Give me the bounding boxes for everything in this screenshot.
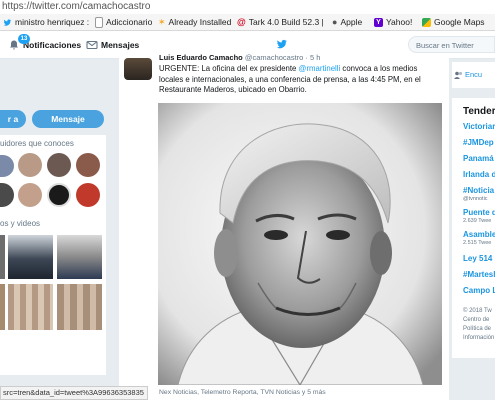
- footer-link[interactable]: Centro de: [463, 316, 494, 325]
- mention-link[interactable]: @rmartinelli: [299, 64, 341, 73]
- follow-button[interactable]: r a: [0, 110, 26, 128]
- star-icon: ✶: [158, 17, 166, 27]
- notifications-count-badge: 13: [18, 34, 30, 44]
- bookmark-item[interactable]: Y Yahoo!: [374, 14, 412, 30]
- followers-you-know-heading: uidores que conoces: [0, 139, 74, 148]
- trends-title: Tender: [463, 106, 495, 117]
- search-people-card: Encu: [452, 62, 495, 88]
- photos-videos-heading: os y videos: [0, 219, 41, 228]
- search-input[interactable]: Buscar en Twitter: [408, 36, 495, 53]
- footer-link[interactable]: Política de: [463, 325, 494, 334]
- url-text: https://twitter.com/camachocastro: [2, 1, 151, 12]
- avatar[interactable]: [18, 153, 42, 177]
- avatar[interactable]: [47, 183, 71, 207]
- maps-icon: [422, 17, 431, 27]
- trend-item[interactable]: #Noticia: [463, 186, 494, 195]
- bookmark-item[interactable]: Adiccionario: [95, 14, 152, 30]
- twitter-logo-icon[interactable]: [275, 38, 289, 50]
- trend-item[interactable]: Campo L: [463, 286, 495, 295]
- at-icon: @: [237, 17, 246, 27]
- trend-item[interactable]: Irlanda d: [463, 170, 495, 179]
- avatar[interactable]: [18, 183, 42, 207]
- notifications-nav[interactable]: Notificaciones 13: [8, 31, 81, 58]
- trend-item[interactable]: Panamá: [463, 154, 494, 163]
- tweet-image[interactable]: [158, 103, 442, 385]
- message-button[interactable]: Mensaje: [32, 110, 104, 128]
- author-avatar[interactable]: [124, 58, 152, 80]
- trend-item[interactable]: #Martesl: [463, 270, 495, 279]
- footer-link[interactable]: © 2018 Tw: [463, 307, 494, 316]
- bookmark-item[interactable]: @ Tark 4.0 Build 52.3 |: [237, 14, 324, 30]
- tweet-author[interactable]: Luis Eduardo Camacho @camachocastro · 5 …: [159, 53, 320, 62]
- avatar[interactable]: [76, 153, 100, 177]
- footer-links: © 2018 Tw Centro de Política de Informac…: [463, 307, 494, 343]
- trend-item[interactable]: #JMDep: [463, 138, 494, 147]
- trend-subtext: 2.639 Twee: [463, 218, 492, 224]
- bookmark-item[interactable]: Google Maps: [422, 14, 485, 30]
- profile-sidebar: r a Mensaje uidores que conoces os y vid…: [0, 58, 118, 388]
- messages-nav[interactable]: Mensajes: [86, 31, 139, 58]
- avatar[interactable]: [76, 183, 100, 207]
- search-link[interactable]: Encu: [465, 70, 482, 79]
- media-thumbnail[interactable]: [8, 235, 53, 279]
- timeline: Luis Eduardo Camacho @camachocastro · 5 …: [119, 53, 449, 400]
- envelope-icon: [86, 40, 98, 49]
- footer-link[interactable]: Información: [463, 334, 494, 343]
- trend-item[interactable]: Puente d: [463, 208, 495, 217]
- trend-item[interactable]: Ley 514: [463, 254, 492, 263]
- trend-item[interactable]: Asamble: [463, 230, 495, 239]
- bookmarks-bar: ministro henriquez : Adiccionario ✶ Alre…: [0, 14, 495, 31]
- address-bar[interactable]: https://twitter.com/camachocastro: [0, 0, 495, 15]
- avatar[interactable]: [47, 153, 71, 177]
- bookmark-item[interactable]: ✶ Already Installed: [158, 14, 231, 30]
- media-thumbnail[interactable]: [57, 284, 102, 330]
- trend-subtext: 2.515 Twee: [463, 240, 492, 246]
- yahoo-icon: Y: [374, 17, 383, 27]
- portrait-drawing: [158, 103, 442, 385]
- media-thumbnail[interactable]: [0, 284, 5, 330]
- media-thumbnail[interactable]: [0, 235, 5, 279]
- media-thumbnail[interactable]: [8, 284, 53, 330]
- author-name[interactable]: Luis Eduardo Camacho: [159, 53, 243, 62]
- page-icon: [95, 16, 103, 28]
- tweet-text: URGENTE: La oficina del ex presidente @r…: [159, 64, 421, 94]
- right-sidebar: Encu Tender Victoriar #JMDep Panamá Irla…: [452, 58, 495, 400]
- bookmark-item[interactable]: ● Apple: [332, 14, 362, 30]
- trend-item[interactable]: Victoriar: [463, 122, 495, 131]
- author-handle: @camachocastro · 5 h: [244, 53, 321, 62]
- people-icon: [454, 71, 462, 79]
- twitter-icon: [3, 18, 12, 26]
- tagged-users-caption[interactable]: Nex Noticias, Telemetro Reporta, TVN Not…: [159, 389, 326, 396]
- apple-icon: ●: [332, 17, 338, 27]
- bookmark-item[interactable]: ministro henriquez :: [3, 14, 89, 30]
- media-thumbnail[interactable]: [57, 235, 102, 279]
- browser-status-bar: src=tren&data_id=tweet%3A99636353835: [0, 386, 148, 400]
- trend-subtext: @tvnnotic: [463, 196, 488, 202]
